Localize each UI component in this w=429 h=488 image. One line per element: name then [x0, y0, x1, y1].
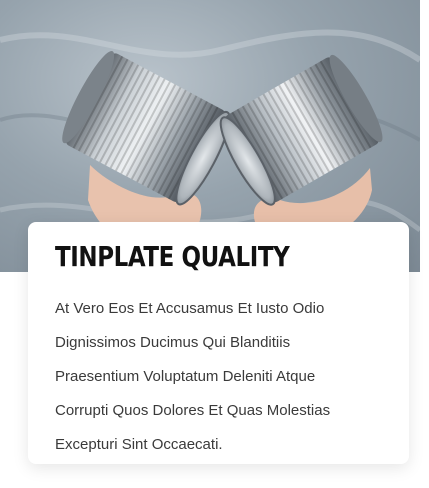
info-card: TINPLATE QUALITY At Vero Eos Et Accusamu…	[28, 222, 409, 464]
left-tin-can	[62, 50, 231, 206]
description-line: Praesentium Voluptatum Deleniti Atque	[55, 368, 316, 385]
description-line: At Vero Eos Et Accusamus Et Iusto Odio	[55, 300, 325, 317]
card-description: At Vero Eos Et Accusamus Et Iusto Odio D…	[55, 292, 385, 462]
card-title: TINPLATE QUALITY	[55, 240, 290, 273]
description-line: Corrupti Quos Dolores Et Quas Molestias	[55, 402, 331, 419]
feature-card: TINPLATE QUALITY At Vero Eos Et Accusamu…	[0, 0, 429, 488]
description-line: Dignissimos Ducimus Qui Blanditiis	[55, 334, 291, 351]
description-line: Excepturi Sint Occaecati.	[55, 436, 223, 453]
